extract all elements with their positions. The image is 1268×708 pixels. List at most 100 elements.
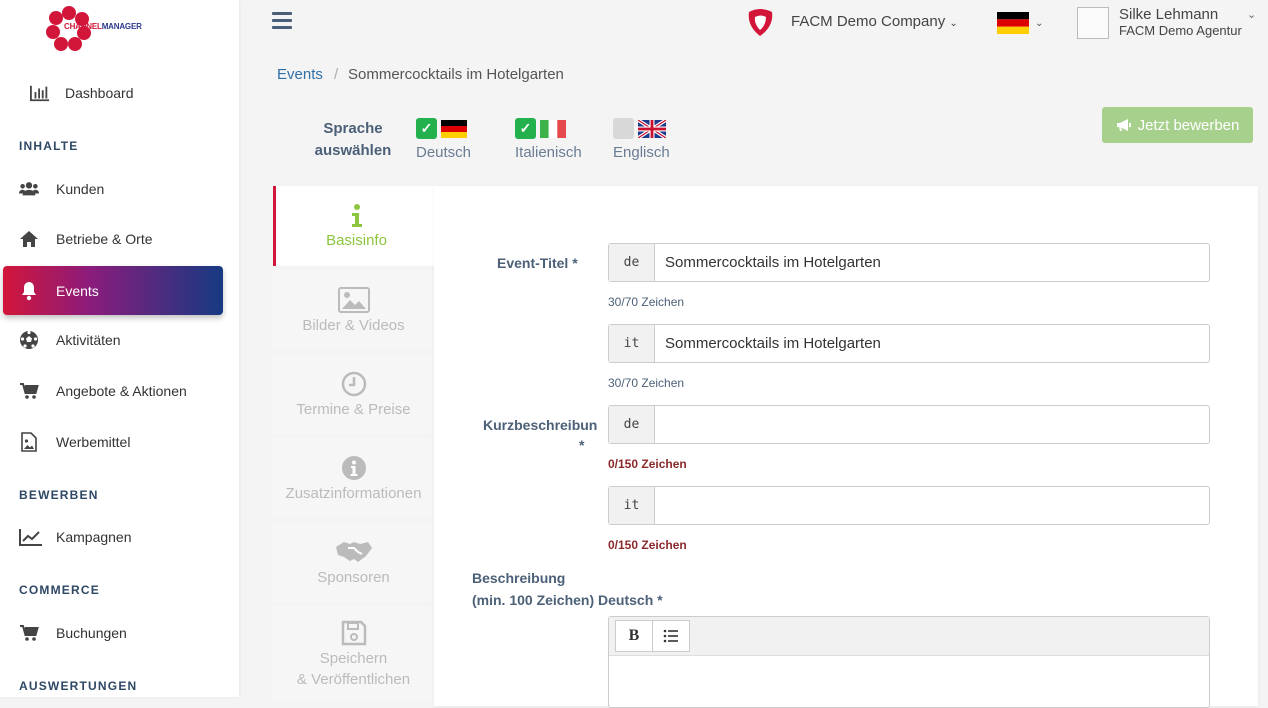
clock-icon [341,371,366,396]
promote-now-button[interactable]: Jetzt bewerben [1102,107,1253,143]
breadcrumb-separator: / [334,66,339,83]
tab-sponsors[interactable]: Sponsoren [273,522,434,602]
event-title-label: Event-Titel * [497,255,578,271]
event-title-it-field: it [608,324,1210,363]
short-description-de-input[interactable] [655,406,1209,443]
char-count: 0/150 Zeichen [608,457,687,471]
language-option-italian[interactable]: ✓ Italienisch [515,118,582,161]
breadcrumb-current: Sommercocktails im Hotelgarten [348,66,564,83]
users-icon [19,179,39,199]
description-editor[interactable]: B [608,616,1210,708]
event-title-de-input[interactable] [655,244,1209,281]
editor-toolbar: B [609,617,1209,656]
short-description-it-input[interactable] [655,487,1209,524]
tab-label-line2: & Veröffentlichen [296,670,411,688]
nav-advertising-label: Werbemittel [56,434,131,450]
language-addon: de [609,244,655,281]
language-option-label: Deutsch [416,144,472,161]
image-file-icon [19,432,39,452]
language-addon: it [609,325,655,362]
company-name: FACM Demo Company [791,13,946,30]
megaphone-icon [1116,119,1131,131]
language-option-label: Englisch [613,144,670,161]
promote-now-label: Jetzt bewerben [1137,116,1240,134]
checkbox-checked-icon[interactable]: ✓ [515,118,536,139]
company-selector[interactable]: FACM Demo Company ⌄ [791,13,958,30]
tab-images-videos[interactable]: Bilder & Videos [273,270,434,350]
nav-businesses[interactable]: Betriebe & Orte [0,219,239,259]
nav-events-label: Events [56,282,99,299]
chevron-down-icon: ⌄ [1035,17,1044,29]
section-inhalte: INHALTE [19,139,79,153]
tab-dates-prices[interactable]: Termine & Preise [273,354,434,434]
language-option-german[interactable]: ✓ Deutsch [416,118,471,161]
menu-toggle-button[interactable] [272,12,292,30]
line-chart-icon [19,527,43,547]
tab-label: Termine & Preise [296,400,411,418]
tab-basisinfo[interactable]: Basisinfo [273,186,437,266]
nav-events[interactable]: Events [3,266,223,315]
event-title-it-input[interactable] [655,325,1209,362]
shopping-cart-icon [19,623,39,643]
section-bewerben: BEWERBEN [19,488,99,502]
chevron-down-icon[interactable]: ⌄ [1247,8,1256,21]
avatar[interactable] [1077,7,1109,39]
nav-businesses-label: Betriebe & Orte [56,231,153,247]
language-selector[interactable]: ⌄ [997,12,1047,34]
tab-label: Speichern [319,649,388,667]
required-marker: * [579,437,585,453]
event-title-de-field: de [608,243,1210,282]
language-select-label: Sprache auswählen [314,120,392,159]
bar-chart-icon [30,83,50,103]
short-description-de-field: de [608,405,1210,444]
nav-customers[interactable]: Kunden [0,169,239,209]
german-flag-icon [997,12,1029,34]
nav-offers[interactable]: Angebote & Aktionen [0,371,239,411]
section-commerce: COMMERCE [19,583,100,597]
checkbox-unchecked-icon[interactable] [613,118,634,139]
nav-bookings-label: Buchungen [56,625,127,641]
floppy-disk-icon [341,620,366,645]
uk-flag-icon [638,119,666,138]
home-icon [19,229,39,249]
sidebar: CHANNELMANAGER Dashboard INHALTE Kunden … [0,0,239,697]
breadcrumb-events-link[interactable]: Events [277,66,323,83]
language-option-english[interactable]: Englisch [613,118,670,161]
nav-campaigns-label: Kampagnen [56,529,132,545]
nav-activities-label: Aktivitäten [56,332,121,348]
short-description-it-field: it [608,486,1210,525]
char-count: 0/150 Zeichen [608,538,687,552]
nav-bookings[interactable]: Buchungen [0,613,239,653]
chevron-down-icon: ⌄ [949,18,958,29]
checkbox-checked-icon[interactable]: ✓ [416,118,437,139]
image-icon [337,286,370,313]
user-agency: FACM Demo Agentur [1119,23,1242,38]
nav-activities[interactable]: Aktivitäten [0,320,239,360]
description-label-sub: (min. 100 Zeichen) Deutsch * [472,592,663,608]
italian-flag-icon [540,119,566,138]
char-count: 30/70 Zeichen [608,376,685,390]
description-label: Beschreibung [472,570,566,586]
company-logo [744,6,776,38]
section-auswertungen: AUSWERTUNGEN [19,679,138,693]
tab-save-publish[interactable]: Speichern & Veröffentlichen [273,606,434,701]
nav-advertising[interactable]: Werbemittel [0,422,239,462]
tab-label: Sponsoren [317,568,390,586]
shopping-cart-icon [19,381,39,401]
char-count: 30/70 Zeichen [608,295,685,309]
bold-button[interactable]: B [615,620,653,652]
nav-campaigns[interactable]: Kampagnen [0,517,239,557]
logo-text: CHANNELMANAGER [64,22,142,31]
nav-customers-label: Kunden [56,181,105,197]
handshake-icon [335,541,372,562]
info-icon [351,203,362,227]
tab-label: Bilder & Videos [302,316,405,334]
bullet-list-button[interactable] [653,620,690,652]
language-option-label: Italienisch [515,144,582,161]
tab-additional-info[interactable]: Zusatzinformationen [273,438,434,518]
nav-dashboard[interactable]: Dashboard [0,73,239,113]
german-flag-icon [441,119,467,138]
user-name[interactable]: Silke Lehmann [1119,6,1218,23]
channel-manager-logo[interactable]: CHANNELMANAGER [46,5,156,51]
soccer-ball-icon [19,330,39,350]
